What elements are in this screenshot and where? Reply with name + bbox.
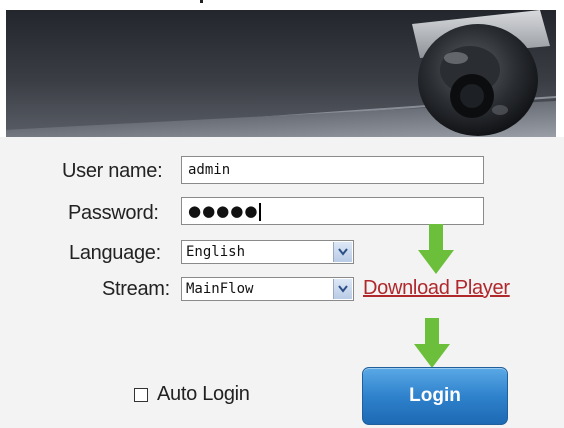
chevron-down-icon[interactable] [333,279,352,299]
auto-login-option[interactable]: Auto Login [134,383,250,406]
auto-login-checkbox[interactable] [134,387,148,402]
arrow-down-icon [414,318,450,368]
dome-camera-icon [412,10,550,136]
language-value: English [186,244,246,260]
stream-select[interactable]: MainFlow [181,277,354,301]
text-caret [259,203,262,221]
header-banner [6,10,556,137]
login-button[interactable]: Login [362,367,508,425]
auto-login-label: Auto Login [157,383,250,405]
password-label: Password: [68,202,159,224]
chevron-down-icon[interactable] [333,242,352,262]
password-value: ●●●●● [188,202,259,220]
username-value: admin [188,162,231,178]
decorative-speck [200,0,203,3]
language-label: Language: [69,242,161,264]
stream-value: MainFlow [186,281,254,297]
arrow-down-icon [418,224,454,274]
password-input[interactable]: ●●●●● [181,197,484,225]
download-player-link[interactable]: Download Player [363,277,510,300]
username-label: User name: [62,160,163,182]
username-input[interactable]: admin [181,156,484,184]
language-select[interactable]: English [181,240,354,264]
stream-label: Stream: [102,278,170,300]
